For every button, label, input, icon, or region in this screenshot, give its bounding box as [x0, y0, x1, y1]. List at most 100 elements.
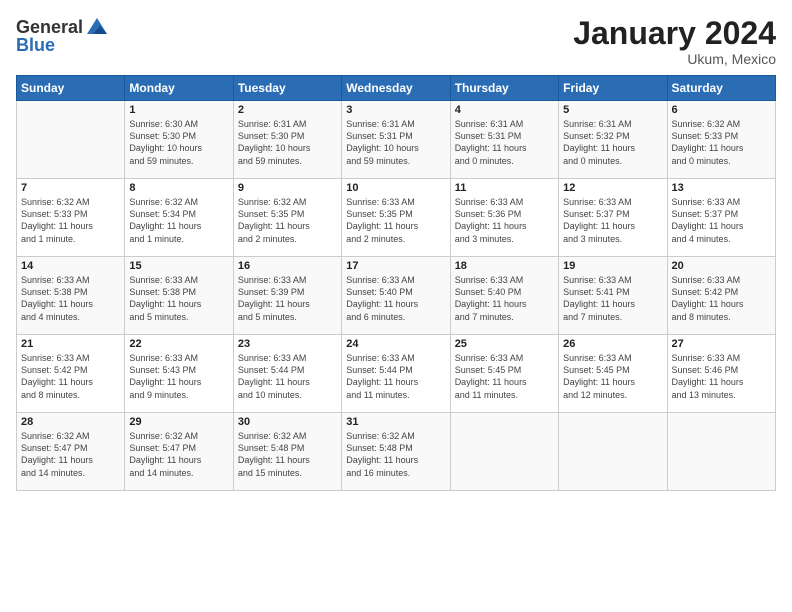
day-number: 24 — [346, 338, 445, 350]
calendar-cell: 24 Sunrise: 6:33 AM Sunset: 5:44 PM Dayli… — [342, 335, 450, 413]
calendar-cell: 1 Sunrise: 6:30 AM Sunset: 5:30 PM Daylig… — [125, 101, 233, 179]
day-number: 1 — [129, 104, 228, 116]
day-info: Sunrise: 6:33 AM Sunset: 5:40 PM Dayligh… — [346, 274, 445, 323]
calendar-cell: 26 Sunrise: 6:33 AM Sunset: 5:45 PM Dayli… — [559, 335, 667, 413]
calendar-cell: 3Sunrise: 6:31 AM Sunset: 5:31 PM Daylig… — [342, 101, 450, 179]
weekday-header-monday: Monday — [125, 76, 233, 101]
calendar-cell: 25 Sunrise: 6:33 AM Sunset: 5:45 PM Dayli… — [450, 335, 558, 413]
day-info: Sunrise: 6:33 AM Sunset: 5:45 PM Dayligh… — [563, 352, 662, 401]
day-info: Sunrise: 6:31 AM Sunset: 5:30 PM Dayligh… — [238, 118, 337, 167]
day-number: 17 — [346, 260, 445, 272]
day-info: Sunrise: 6:32 AM Sunset: 5:33 PM Dayligh… — [21, 196, 120, 245]
day-info: Sunrise: 6:32 AM Sunset: 5:35 PM Dayligh… — [238, 196, 337, 245]
calendar-cell: 10 Sunrise: 6:33 AM Sunset: 5:35 PM Dayli… — [342, 179, 450, 257]
day-number: 25 — [455, 338, 554, 350]
day-number: 28 — [21, 416, 120, 428]
day-info: Sunrise: 6:33 AM Sunset: 5:45 PM Dayligh… — [455, 352, 554, 401]
day-info: Sunrise: 6:33 AM Sunset: 5:38 PM Dayligh… — [129, 274, 228, 323]
day-info: Sunrise: 6:32 AM Sunset: 5:48 PM Dayligh… — [238, 430, 337, 479]
calendar-cell: 8 Sunrise: 6:32 AM Sunset: 5:34 PM Daylig… — [125, 179, 233, 257]
day-number: 26 — [563, 338, 662, 350]
day-info: Sunrise: 6:31 AM Sunset: 5:31 PM Dayligh… — [455, 118, 554, 167]
weekday-header-row: SundayMondayTuesdayWednesdayThursdayFrid… — [17, 76, 776, 101]
day-number: 9 — [238, 182, 337, 194]
calendar-cell — [559, 413, 667, 491]
day-number: 2 — [238, 104, 337, 116]
day-number: 18 — [455, 260, 554, 272]
calendar-cell — [17, 101, 125, 179]
calendar-cell: 23Sunrise: 6:33 AM Sunset: 5:44 PM Dayli… — [233, 335, 341, 413]
calendar-cell: 27 Sunrise: 6:33 AM Sunset: 5:46 PM Dayli… — [667, 335, 775, 413]
day-number: 20 — [672, 260, 771, 272]
calendar-cell: 4Sunrise: 6:31 AM Sunset: 5:31 PM Daylig… — [450, 101, 558, 179]
calendar-cell: 17 Sunrise: 6:33 AM Sunset: 5:40 PM Dayli… — [342, 257, 450, 335]
day-number: 29 — [129, 416, 228, 428]
logo: General Blue — [16, 16, 109, 56]
day-info: Sunrise: 6:30 AM Sunset: 5:30 PM Dayligh… — [129, 118, 228, 167]
calendar-cell: 6Sunrise: 6:32 AM Sunset: 5:33 PM Daylig… — [667, 101, 775, 179]
day-info: Sunrise: 6:33 AM Sunset: 5:44 PM Dayligh… — [346, 352, 445, 401]
weekday-header-friday: Friday — [559, 76, 667, 101]
day-info: Sunrise: 6:33 AM Sunset: 5:35 PM Dayligh… — [346, 196, 445, 245]
day-number: 16 — [238, 260, 337, 272]
day-number: 30 — [238, 416, 337, 428]
location: Ukum, Mexico — [573, 51, 776, 67]
day-info: Sunrise: 6:32 AM Sunset: 5:48 PM Dayligh… — [346, 430, 445, 479]
calendar-cell: 9 Sunrise: 6:32 AM Sunset: 5:35 PM Daylig… — [233, 179, 341, 257]
calendar-cell: 18 Sunrise: 6:33 AM Sunset: 5:40 PM Dayli… — [450, 257, 558, 335]
logo-icon — [85, 16, 109, 40]
calendar-cell: 14Sunrise: 6:33 AM Sunset: 5:38 PM Dayli… — [17, 257, 125, 335]
day-number: 21 — [21, 338, 120, 350]
day-info: Sunrise: 6:33 AM Sunset: 5:36 PM Dayligh… — [455, 196, 554, 245]
calendar-cell: 29Sunrise: 6:32 AM Sunset: 5:47 PM Dayli… — [125, 413, 233, 491]
day-number: 23 — [238, 338, 337, 350]
month-title: January 2024 — [573, 16, 776, 51]
day-number: 13 — [672, 182, 771, 194]
week-row-3: 14 Sunrise: 6:33 AM Sunset: 5:38 PM Dayli… — [17, 257, 776, 335]
day-number: 10 — [346, 182, 445, 194]
calendar-cell: 20 Sunrise: 6:33 AM Sunset: 5:42 PM Dayli… — [667, 257, 775, 335]
weekday-header-wednesday: Wednesday — [342, 76, 450, 101]
calendar-cell: 15 Sunrise: 6:33 AM Sunset: 5:38 PM Dayli… — [125, 257, 233, 335]
logo-blue: Blue — [16, 36, 55, 56]
day-info: Sunrise: 6:33 AM Sunset: 5:37 PM Dayligh… — [672, 196, 771, 245]
day-info: Sunrise: 6:32 AM Sunset: 5:34 PM Dayligh… — [129, 196, 228, 245]
day-info: Sunrise: 6:32 AM Sunset: 5:47 PM Dayligh… — [21, 430, 120, 479]
day-number: 7 — [21, 182, 120, 194]
day-number: 22 — [129, 338, 228, 350]
week-row-2: 7 Sunrise: 6:32 AM Sunset: 5:33 PM Daylig… — [17, 179, 776, 257]
day-info: Sunrise: 6:33 AM Sunset: 5:46 PM Dayligh… — [672, 352, 771, 401]
day-info: Sunrise: 6:33 AM Sunset: 5:40 PM Dayligh… — [455, 274, 554, 323]
week-row-1: 1 Sunrise: 6:30 AM Sunset: 5:30 PM Daylig… — [17, 101, 776, 179]
calendar-cell: 11 Sunrise: 6:33 AM Sunset: 5:36 PM Dayli… — [450, 179, 558, 257]
page-container: General Blue January 2024 Ukum, Mexico S… — [0, 0, 792, 499]
calendar-cell: 30 Sunrise: 6:32 AM Sunset: 5:48 PM Dayli… — [233, 413, 341, 491]
day-number: 12 — [563, 182, 662, 194]
day-info: Sunrise: 6:33 AM Sunset: 5:43 PM Dayligh… — [129, 352, 228, 401]
calendar-cell: 2 Sunrise: 6:31 AM Sunset: 5:30 PM Daylig… — [233, 101, 341, 179]
day-number: 27 — [672, 338, 771, 350]
calendar-cell: 28 Sunrise: 6:32 AM Sunset: 5:47 PM Dayli… — [17, 413, 125, 491]
calendar-cell: 7 Sunrise: 6:32 AM Sunset: 5:33 PM Daylig… — [17, 179, 125, 257]
day-info: Sunrise: 6:33 AM Sunset: 5:41 PM Dayligh… — [563, 274, 662, 323]
weekday-header-thursday: Thursday — [450, 76, 558, 101]
day-info: Sunrise: 6:33 AM Sunset: 5:42 PM Dayligh… — [672, 274, 771, 323]
day-info: Sunrise: 6:33 AM Sunset: 5:39 PM Dayligh… — [238, 274, 337, 323]
weekday-header-tuesday: Tuesday — [233, 76, 341, 101]
day-number: 14 — [21, 260, 120, 272]
calendar-cell: 31 Sunrise: 6:32 AM Sunset: 5:48 PM Dayli… — [342, 413, 450, 491]
calendar-cell: 19Sunrise: 6:33 AM Sunset: 5:41 PM Dayli… — [559, 257, 667, 335]
day-info: Sunrise: 6:33 AM Sunset: 5:42 PM Dayligh… — [21, 352, 120, 401]
weekday-header-sunday: Sunday — [17, 76, 125, 101]
day-number: 5 — [563, 104, 662, 116]
day-number: 15 — [129, 260, 228, 272]
title-block: January 2024 Ukum, Mexico — [573, 16, 776, 67]
week-row-5: 28 Sunrise: 6:32 AM Sunset: 5:47 PM Dayli… — [17, 413, 776, 491]
calendar-cell: 16 Sunrise: 6:33 AM Sunset: 5:39 PM Dayli… — [233, 257, 341, 335]
day-number: 31 — [346, 416, 445, 428]
day-number: 8 — [129, 182, 228, 194]
calendar-table: SundayMondayTuesdayWednesdayThursdayFrid… — [16, 75, 776, 491]
calendar-cell — [450, 413, 558, 491]
day-number: 11 — [455, 182, 554, 194]
week-row-4: 21 Sunrise: 6:33 AM Sunset: 5:42 PM Dayli… — [17, 335, 776, 413]
